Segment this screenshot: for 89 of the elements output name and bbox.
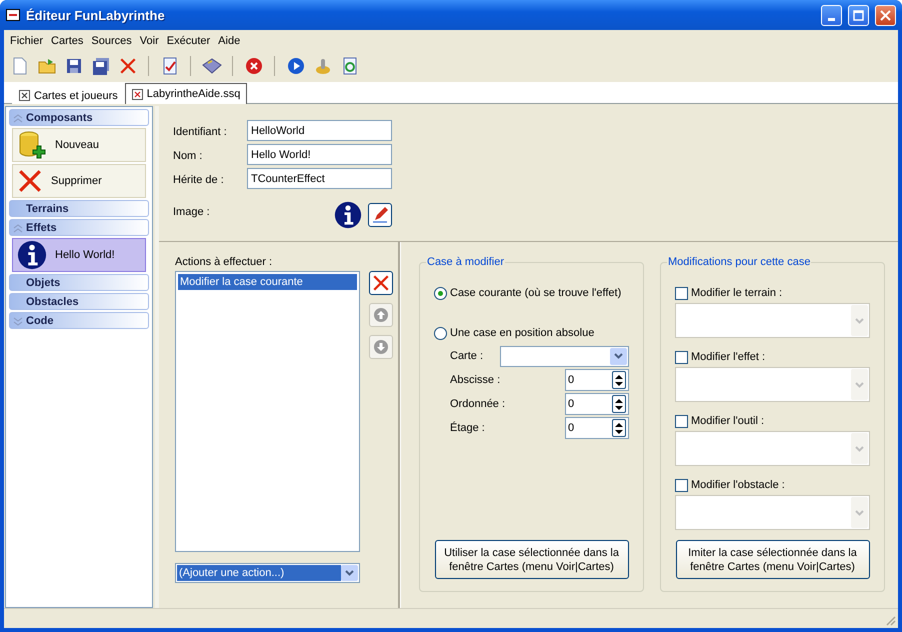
minimize-button[interactable] [821, 4, 842, 26]
maximize-button[interactable] [848, 4, 869, 26]
checkbox-option[interactable]: Modifier l'obstacle : [675, 476, 870, 494]
group-header[interactable]: Effets [9, 219, 149, 236]
caret-icon [345, 570, 354, 576]
resize-grip-icon[interactable] [884, 614, 896, 626]
radio-option[interactable]: Une case en position absolue [434, 324, 629, 342]
app-icon [6, 9, 20, 21]
close-icon [880, 10, 891, 20]
caret-icon [855, 318, 864, 324]
stop-icon[interactable] [244, 57, 262, 75]
close-box-icon [19, 90, 30, 101]
arrow-up-icon [373, 307, 389, 323]
menu-item[interactable]: Fichier [6, 35, 48, 47]
group-header[interactable]: Obstacles [9, 293, 149, 310]
imitate-cell-button[interactable]: Imiter la case sélectionnée dans la fenêtre Cartes (menu Voir|Cartes) [676, 540, 870, 579]
checklist-icon[interactable] [162, 57, 178, 75]
group-header[interactable]: Terrains [9, 200, 149, 217]
edit-button[interactable] [368, 203, 392, 227]
menu-item[interactable]: Cartes [47, 35, 88, 47]
refresh-icon[interactable] [342, 57, 358, 75]
up-arrow-icon [615, 422, 623, 426]
sidebar-item[interactable]: Nouveau [12, 128, 146, 162]
spin-button[interactable] [612, 371, 626, 389]
close-button[interactable] [875, 4, 896, 26]
menu-item[interactable]: Exécuter [162, 35, 214, 47]
radio-option[interactable]: Case courante (où se trouve l'effet) [434, 284, 629, 302]
field-label: Hérite de : [173, 174, 225, 186]
field-label: Image : [173, 206, 211, 218]
caret-icon [855, 382, 864, 388]
add-action-dropdown[interactable]: (Ajouter une action...) [175, 563, 360, 583]
up-arrow-icon [615, 374, 623, 378]
text-field[interactable]: HelloWorld [247, 120, 392, 141]
floppy-icon[interactable] [66, 58, 82, 74]
maximize-icon [853, 10, 864, 20]
field-label: Nom : [173, 150, 204, 162]
group-header[interactable]: Objets [9, 274, 149, 291]
tab[interactable]: LabyrintheAide.ssq [124, 83, 248, 104]
use-selected-cell-button[interactable]: Utiliser la case sélectionnée dans la fenêtre Cartes (menu Voir|Cartes) [434, 540, 628, 579]
field-label: Étage : [450, 422, 485, 434]
sidebar-item[interactable]: Supprimer [12, 164, 146, 198]
floppy-icon[interactable] [92, 57, 110, 75]
play-icon[interactable] [286, 57, 304, 75]
sidebar-item[interactable]: Hello World! [12, 238, 146, 272]
checkbox-option[interactable]: Modifier l'effet : [675, 348, 870, 366]
down-arrow-icon [615, 406, 623, 410]
text-field[interactable]: Hello World! [247, 144, 392, 165]
down-arrow-icon [615, 382, 623, 386]
group-header[interactable]: Code [9, 312, 149, 329]
info-icon [334, 201, 362, 229]
menu-item[interactable]: Voir [136, 35, 163, 47]
pencil-icon [371, 206, 389, 224]
field-label: Carte : [450, 350, 484, 362]
document-icon[interactable] [12, 57, 28, 75]
menu-item[interactable]: Aide [214, 35, 244, 47]
cross-icon [118, 57, 136, 75]
caret-icon [855, 446, 864, 452]
group-title: Case à modifier [426, 256, 506, 268]
cross-icon [17, 168, 43, 194]
spin-field[interactable]: 0 [565, 369, 629, 391]
folder-icon[interactable] [38, 58, 56, 74]
window-title: Éditeur FunLabyrinthe [26, 8, 166, 22]
list-item[interactable]: Modifier la case courante [178, 274, 357, 290]
delete-button[interactable] [369, 271, 393, 295]
cross-icon [372, 274, 390, 292]
checkbox-option[interactable]: Modifier le terrain : [675, 284, 870, 302]
list-label: Actions à effectuer : [175, 256, 272, 268]
field-label: Abscisse : [450, 374, 500, 386]
spin-field[interactable]: 0 [565, 393, 629, 415]
field-label: Ordonnée : [450, 398, 506, 410]
minimize-icon [828, 18, 835, 20]
checkbox-option[interactable]: Modifier l'outil : [675, 412, 870, 430]
spin-button[interactable] [612, 419, 626, 437]
spin-field[interactable]: 0 [565, 417, 629, 439]
book-icon[interactable] [202, 57, 222, 75]
database-add-icon [17, 130, 47, 160]
group-title: Modifications pour cette case [667, 256, 812, 268]
spin-button[interactable] [612, 395, 626, 413]
down-arrow-icon [615, 430, 623, 434]
up-arrow-icon [615, 398, 623, 402]
text-field[interactable]: TCounterEffect [247, 168, 392, 189]
field-label: Identifiant : [173, 126, 228, 138]
arrow-down-icon [373, 339, 389, 355]
caret-icon [614, 353, 623, 359]
menu-item[interactable]: Sources [87, 35, 136, 47]
caret-icon [855, 510, 864, 516]
group-header[interactable]: Composants [9, 109, 149, 126]
map-dropdown[interactable] [500, 346, 629, 366]
info-icon [17, 240, 47, 270]
